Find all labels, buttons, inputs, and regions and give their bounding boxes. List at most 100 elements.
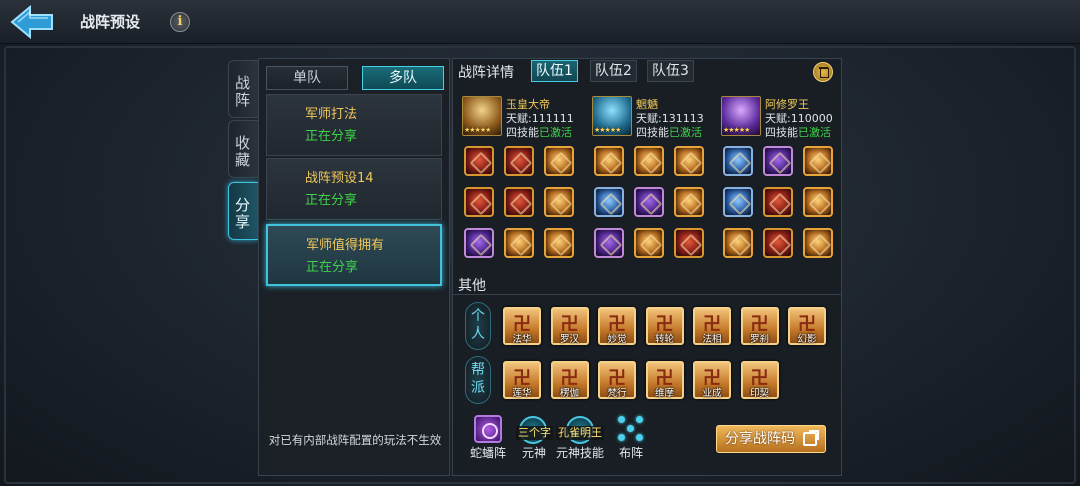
plan-name: 军师值得拥有	[306, 238, 385, 253]
equipment-slot[interactable]	[674, 146, 704, 176]
equipment-slot[interactable]	[723, 228, 753, 258]
share-icon	[803, 430, 819, 446]
equipment-slot[interactable]	[504, 146, 534, 176]
equipment-slot[interactable]	[763, 187, 793, 217]
skill-prefix: 四技能	[506, 126, 539, 139]
top-bar: 战阵预设 i	[0, 0, 1080, 44]
spirit-label: 元神	[522, 446, 547, 460]
skill-label: 转轮	[654, 334, 674, 345]
equipment-slot[interactable]	[464, 228, 494, 258]
hero-skill: 四技能已激活	[636, 124, 702, 140]
info-icon[interactable]: i	[170, 12, 190, 32]
hero-card[interactable]: ★★★★★ 魍魉 天赋:131113 四技能已激活	[592, 96, 710, 140]
skill-icon[interactable]: 卍业成	[693, 361, 731, 399]
skill-icon[interactable]: 卍梵行	[598, 361, 636, 399]
equipment-slot[interactable]	[723, 146, 753, 176]
skill-label: 印契	[749, 388, 769, 399]
skill-label: 妙觉	[607, 334, 627, 345]
hero-skill: 四技能已激活	[765, 124, 831, 140]
plan-card[interactable]: 战阵预设14 正在分享	[266, 158, 442, 220]
equipment-slot[interactable]	[763, 228, 793, 258]
skill-label: 维摩	[654, 388, 674, 399]
tab-favorites[interactable]: 收藏	[228, 120, 258, 178]
section-divider	[453, 294, 841, 295]
equipment-slot[interactable]	[594, 187, 624, 217]
equipment-slot[interactable]	[634, 187, 664, 217]
skill-icon[interactable]: 卍罗汉	[550, 307, 589, 345]
skill-status: 已激活	[539, 126, 572, 139]
hero-stars: ★★★★★	[464, 126, 491, 134]
equipment-slot[interactable]	[504, 228, 534, 258]
back-arrow-icon[interactable]	[8, 3, 58, 41]
page-title: 战阵预设	[80, 13, 141, 31]
equipment-slot[interactable]	[674, 187, 704, 217]
equipment-slot[interactable]	[634, 146, 664, 176]
skill-label: 罗刹	[749, 334, 769, 345]
skill-icon[interactable]: 卍莲华	[503, 361, 541, 399]
tab-share[interactable]: 分享	[228, 182, 258, 240]
skill-icon[interactable]: 卍法华	[503, 307, 541, 345]
trash-icon[interactable]	[813, 62, 833, 82]
skill-prefix: 四技能	[636, 126, 669, 139]
skill-icon[interactable]: 卍印契	[740, 361, 779, 399]
equipment-slot[interactable]	[594, 228, 624, 258]
equipment-slot[interactable]	[544, 146, 574, 176]
skill-label: 业成	[702, 388, 722, 399]
skill-label: 幻影	[797, 334, 817, 345]
equipment-slot[interactable]	[594, 146, 624, 176]
skill-icon[interactable]: 卍妙觉	[598, 307, 636, 345]
share-code-button[interactable]: 分享战阵码	[716, 425, 826, 453]
tab-team-3[interactable]: 队伍3	[647, 60, 694, 82]
equipment-slot[interactable]	[803, 146, 833, 176]
spirit-tag: 三个字	[516, 426, 553, 440]
personal-label: 个人	[471, 308, 485, 342]
skill-icon[interactable]: 卍楞伽	[550, 361, 589, 399]
hero-card[interactable]: ★★★★★ 玉皇大帝 天赋:111111 四技能已激活	[462, 96, 580, 140]
spirit-skill-label: 元神技能	[556, 446, 605, 460]
equipment-slot[interactable]	[464, 187, 494, 217]
skill-prefix: 四技能	[765, 126, 798, 139]
guild-label: 帮派	[471, 362, 485, 396]
other-label: 其他	[458, 278, 486, 294]
plan-card-selected[interactable]: 军师值得拥有 正在分享	[266, 224, 442, 286]
equipment-slot[interactable]	[803, 228, 833, 258]
plan-status: 正在分享	[305, 129, 358, 144]
skill-icon[interactable]: 卍转轮	[645, 307, 684, 345]
multi-team-button[interactable]: 多队	[362, 66, 444, 90]
equipment-slot[interactable]	[544, 187, 574, 217]
hero-stars: ★★★★★	[723, 126, 750, 134]
equipment-slot[interactable]	[464, 146, 494, 176]
equipment-slot[interactable]	[674, 228, 704, 258]
share-button-label: 分享战阵码	[725, 431, 795, 447]
spirit-skill-tag: 孔雀明王	[556, 426, 604, 440]
skill-label: 梵行	[607, 388, 627, 399]
hero-skill: 四技能已激活	[506, 124, 572, 140]
equipment-slot[interactable]	[634, 228, 664, 258]
formation-label: 蛇蟠阵	[470, 446, 507, 460]
skill-icon[interactable]: 卍维摩	[645, 361, 684, 399]
equipment-slot[interactable]	[763, 146, 793, 176]
tab-formation[interactable]: 战阵	[228, 60, 258, 118]
equipment-slot[interactable]	[803, 187, 833, 217]
tab-team-1[interactable]: 队伍1	[531, 60, 578, 82]
skill-status: 已激活	[798, 126, 831, 139]
skill-icon[interactable]: 卍罗刹	[740, 307, 779, 345]
skill-icon[interactable]: 卍幻影	[788, 307, 826, 345]
skill-icon[interactable]: 卍法相	[693, 307, 731, 345]
plan-status: 正在分享	[305, 193, 358, 208]
skill-label: 罗汉	[559, 334, 579, 345]
equipment-slot[interactable]	[723, 187, 753, 217]
detail-label: 战阵详情	[458, 65, 514, 81]
hero-card[interactable]: ★★★★★ 阿修罗王 天赋:110000 四技能已激活	[721, 96, 839, 140]
layout-icon[interactable]	[618, 416, 644, 442]
formation-icon[interactable]	[474, 415, 502, 443]
skill-label: 莲华	[512, 388, 532, 399]
plan-name: 战阵预设14	[305, 171, 374, 186]
single-team-button[interactable]: 单队	[266, 66, 348, 90]
plan-name: 军师打法	[305, 107, 358, 122]
plan-card[interactable]: 军师打法 正在分享	[266, 94, 442, 156]
equipment-slot[interactable]	[544, 228, 574, 258]
equipment-slot[interactable]	[504, 187, 534, 217]
skill-status: 已激活	[669, 126, 702, 139]
tab-team-2[interactable]: 队伍2	[590, 60, 637, 82]
